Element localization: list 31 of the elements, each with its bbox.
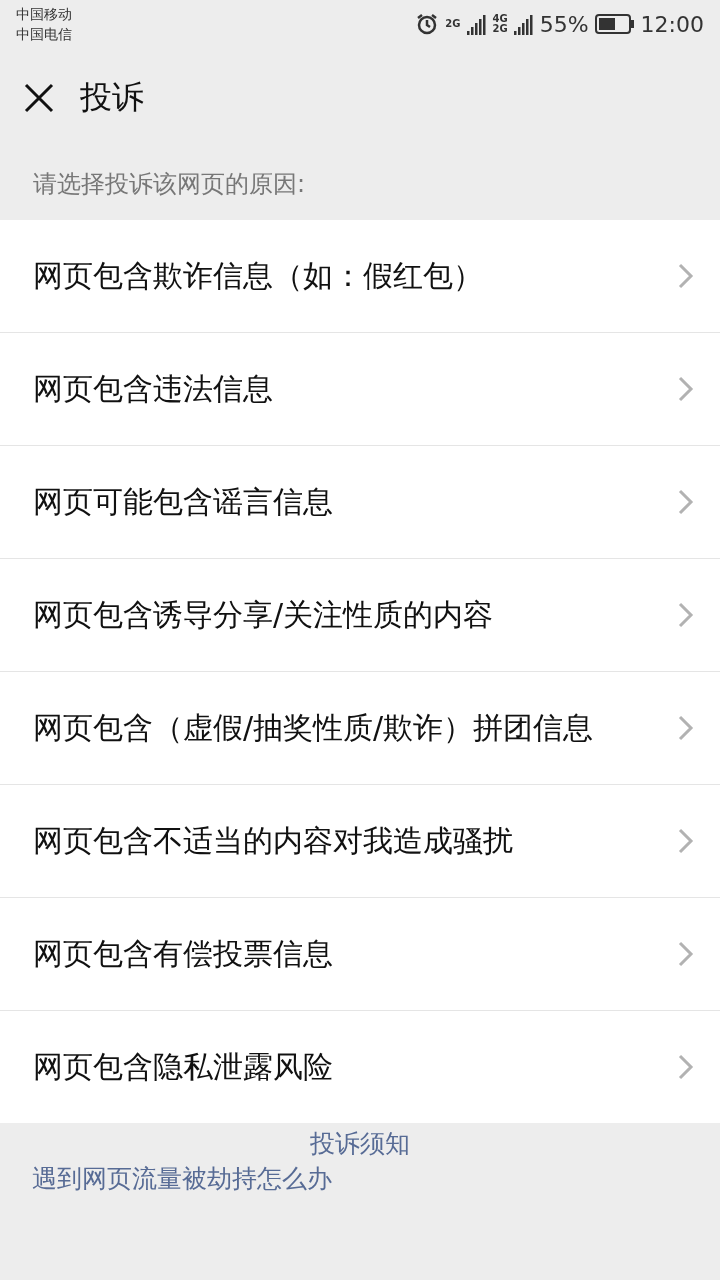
section-prompt: 请选择投诉该网页的原因: bbox=[32, 169, 307, 200]
network-type: 2G bbox=[445, 19, 461, 29]
chevron-right-icon bbox=[678, 489, 694, 515]
chevron-right-icon bbox=[678, 828, 694, 854]
reason-option[interactable]: 网页可能包含谣言信息 bbox=[33, 478, 333, 526]
network-type: 4G bbox=[492, 14, 508, 24]
reason-option[interactable]: 网页包含违法信息 bbox=[33, 365, 273, 413]
page-title: 投诉 bbox=[80, 77, 144, 118]
reason-option[interactable]: 网页包含不适当的内容对我造成骚扰 bbox=[33, 817, 513, 865]
clock-time: 12:00 bbox=[640, 11, 704, 37]
carrier-name: 中国电信 bbox=[16, 25, 72, 44]
carrier-name: 中国移动 bbox=[16, 5, 72, 24]
close-icon[interactable] bbox=[24, 83, 54, 113]
signal-icon bbox=[466, 13, 487, 35]
chevron-right-icon bbox=[678, 1054, 694, 1080]
hijack-help-link[interactable]: 遇到网页流量被劫持怎么办 bbox=[32, 1162, 332, 1195]
reason-option[interactable]: 网页包含有偿投票信息 bbox=[33, 930, 333, 978]
chevron-right-icon bbox=[678, 941, 694, 967]
signal-icon bbox=[513, 13, 534, 35]
reason-option[interactable]: 网页包含欺诈信息（如：假红包） bbox=[33, 252, 483, 300]
network-type: 2G bbox=[492, 24, 508, 34]
battery-icon bbox=[594, 14, 635, 34]
chevron-right-icon bbox=[678, 715, 694, 741]
chevron-right-icon bbox=[678, 263, 694, 289]
chevron-right-icon bbox=[678, 376, 694, 402]
battery-percent: 55% bbox=[539, 11, 589, 37]
reason-option[interactable]: 网页包含隐私泄露风险 bbox=[33, 1043, 333, 1091]
chevron-right-icon bbox=[678, 602, 694, 628]
reason-option[interactable]: 网页包含（虚假/抽奖性质/欺诈）拼团信息 bbox=[33, 704, 594, 752]
reason-option[interactable]: 网页包含诱导分享/关注性质的内容 bbox=[33, 591, 494, 639]
complaint-notice-link[interactable]: 投诉须知 bbox=[310, 1127, 410, 1160]
